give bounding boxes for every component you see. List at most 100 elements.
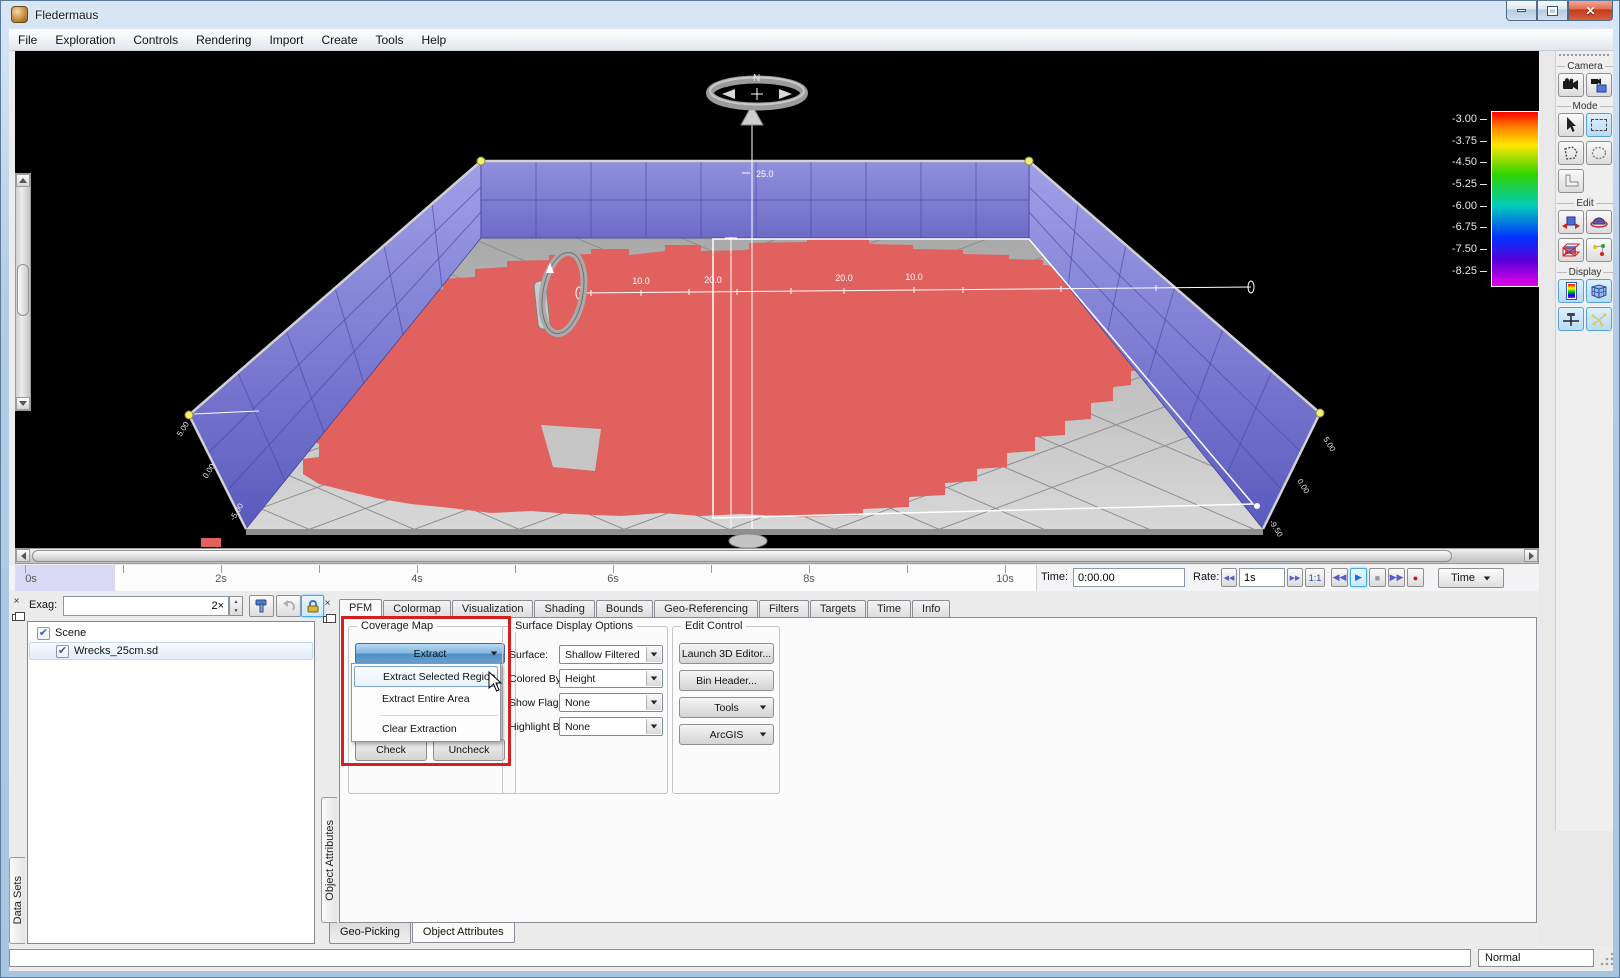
menu-tools[interactable]: Tools (367, 30, 413, 50)
colorbar-label: -4.50 (1421, 156, 1477, 168)
tab-object-attributes[interactable]: Object Attributes (412, 922, 515, 943)
tab-bounds[interactable]: Bounds (596, 600, 653, 618)
scene-3d-canvas[interactable]: 10.0 20.0 20.0 10.0 25.0 N (15, 51, 1539, 548)
record-button[interactable]: ● (1407, 568, 1424, 587)
bin-header-button[interactable]: Bin Header... (679, 670, 774, 691)
exag-input[interactable] (63, 596, 229, 616)
edit-move-button[interactable] (1558, 210, 1584, 234)
camera-icon (1562, 78, 1580, 92)
display-axis-button[interactable] (1558, 307, 1584, 331)
toolbar-panel: Camera Mode (1555, 51, 1613, 831)
polygon-select-mode-button[interactable] (1558, 141, 1584, 165)
skip-start-button[interactable]: ◀◀ (1331, 568, 1348, 587)
scene-checkbox[interactable]: ✔ (37, 627, 50, 640)
colored-by-select[interactable]: Height (559, 669, 663, 688)
lasso-select-mode-button[interactable] (1586, 141, 1612, 165)
object-attributes-vertical-tab[interactable]: Object Attributes (321, 797, 337, 923)
menu-bar: File Exploration Controls Rendering Impo… (9, 29, 1613, 51)
colorbar-label: -3.00 (1421, 113, 1477, 125)
camera-view-button[interactable] (1558, 73, 1584, 97)
menu-create[interactable]: Create (312, 30, 366, 50)
resize-grip[interactable] (1599, 953, 1613, 967)
edit-points-button[interactable] (1586, 238, 1612, 262)
edit-group-label: Edit (1576, 198, 1593, 209)
time-ruler[interactable]: 0s 2s 4s 6s 8s 10s (15, 565, 1037, 591)
mouse-cursor (488, 671, 504, 693)
rate-decrease-button[interactable]: ◀◀ (1221, 568, 1237, 587)
scrollbar-thumb[interactable] (17, 264, 29, 316)
viewport-left-scrollbar[interactable] (15, 173, 31, 411)
chevron-down-icon (760, 706, 766, 710)
compass-north-label: N (753, 73, 760, 84)
ratio-button[interactable]: 1:1 (1305, 568, 1325, 587)
time-input[interactable] (1073, 568, 1185, 587)
wirebox-icon (1562, 243, 1580, 257)
close-button[interactable]: ✕ (1568, 1, 1613, 21)
scene-tree: ✔ Scene ✔ Wrecks_25cm.sd (27, 621, 315, 944)
wrecks-checkbox[interactable]: ✔ (56, 645, 69, 658)
time-mode-combo[interactable]: Time (1438, 568, 1504, 588)
tab-time[interactable]: Time (867, 600, 911, 618)
minimize-button[interactable] (1506, 1, 1537, 21)
show-flags-select[interactable]: None (559, 693, 663, 712)
display-points-button[interactable] (1586, 307, 1612, 331)
ruler-tick-label: 0s (25, 573, 37, 585)
display-bounds-button[interactable] (1586, 279, 1612, 303)
colorbar-gradient (1491, 111, 1539, 287)
tree-row-wrecks[interactable]: ✔ Wrecks_25cm.sd (29, 642, 313, 660)
data-sets-vertical-tab[interactable]: Data Sets (9, 857, 25, 944)
rate-input[interactable] (1239, 568, 1285, 587)
menu-rendering[interactable]: Rendering (187, 30, 260, 50)
play-button[interactable]: ▶ (1350, 568, 1367, 587)
toolbar-drag-handle[interactable] (1559, 54, 1609, 56)
tab-info[interactable]: Info (912, 600, 950, 618)
apply-exag-button[interactable] (249, 595, 274, 617)
tab-geo-picking[interactable]: Geo-Picking (329, 923, 411, 944)
tab-filters[interactable]: Filters (759, 600, 809, 618)
edit-rotate-button[interactable] (1586, 210, 1612, 234)
axis-cross-icon (1562, 312, 1580, 327)
svg-text:20.0: 20.0 (704, 275, 722, 285)
camera-to-object-button[interactable] (1586, 73, 1612, 97)
menu-controls[interactable]: Controls (124, 30, 187, 50)
measure-mode-button[interactable] (1558, 169, 1584, 193)
arcgis-dropdown-button[interactable]: ArcGIS (679, 724, 774, 745)
menu-exploration[interactable]: Exploration (46, 30, 124, 50)
middle-dock-float-button[interactable] (323, 616, 331, 623)
undo-button[interactable] (276, 595, 301, 617)
skip-end-button[interactable]: ▶▶ (1388, 568, 1405, 587)
left-dock-float-button[interactable] (12, 614, 20, 621)
stop-button[interactable]: ■ (1369, 568, 1386, 587)
scene-3d-viewport[interactable]: 10.0 20.0 20.0 10.0 25.0 N (15, 51, 1539, 548)
menu-help[interactable]: Help (413, 30, 456, 50)
tab-targets[interactable]: Targets (810, 600, 866, 618)
menu-file[interactable]: File (9, 30, 46, 50)
middle-dock-close-button[interactable]: × (321, 597, 334, 610)
menu-import[interactable]: Import (260, 30, 312, 50)
tree-row-scene[interactable]: ✔ Scene (29, 624, 313, 642)
title-bar[interactable]: Fledermaus ✕ (1, 1, 1619, 29)
scrollbar-thumb[interactable] (32, 550, 1452, 562)
rate-increase-button[interactable]: ▶▶ (1287, 568, 1303, 587)
exag-spinner[interactable]: ▲ ▼ (229, 596, 243, 616)
left-dock-close-button[interactable]: × (10, 595, 23, 608)
chevron-down-icon (651, 725, 657, 729)
tab-geo-referencing[interactable]: Geo-Referencing (654, 600, 758, 618)
spinner-up-icon[interactable]: ▲ (230, 597, 242, 606)
maximize-button[interactable] (1537, 1, 1568, 21)
launch-3d-editor-button[interactable]: Launch 3D Editor... (679, 643, 774, 664)
edit-bounds-button[interactable] (1558, 238, 1584, 262)
colorbar-label: -6.00 (1421, 200, 1477, 212)
spinner-down-icon[interactable]: ▼ (230, 606, 242, 615)
compass-widget[interactable]: N (710, 73, 804, 107)
surface-select[interactable]: Shallow Filtered (559, 645, 663, 664)
rectangle-select-mode-button[interactable] (1586, 113, 1612, 137)
viewport-horizontal-scrollbar[interactable] (15, 548, 1539, 564)
tools-dropdown-button[interactable]: Tools (679, 697, 774, 718)
camera-group-label: Camera (1567, 61, 1603, 72)
highlight-by-select[interactable]: None (559, 717, 663, 736)
display-colorbar-button[interactable] (1558, 279, 1584, 303)
tab-shading[interactable]: Shading (534, 600, 594, 618)
pointer-mode-button[interactable] (1558, 113, 1584, 137)
svg-text:20.0: 20.0 (835, 273, 853, 283)
